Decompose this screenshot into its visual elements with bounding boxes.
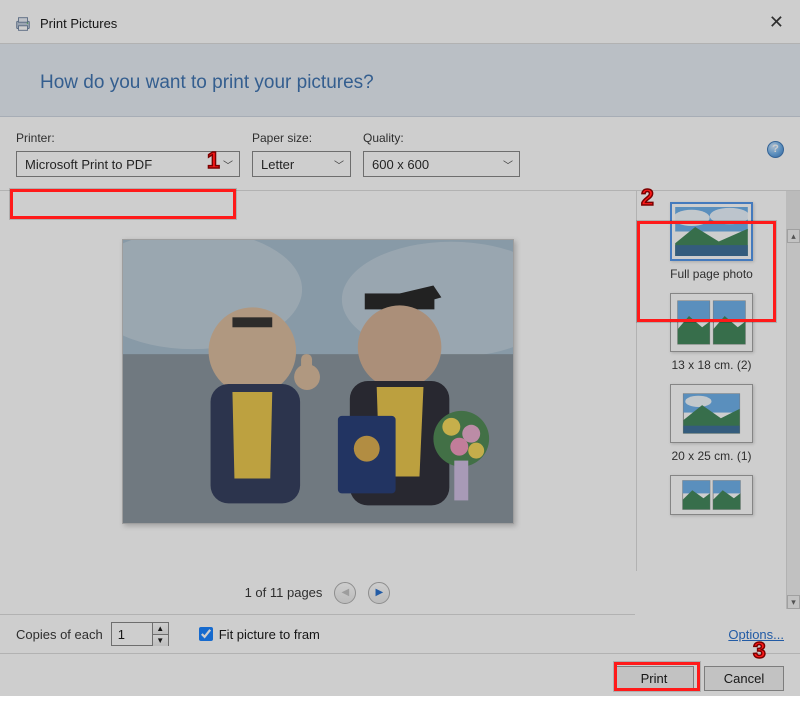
paper-size-dropdown[interactable]: Letter ﹀ <box>252 151 351 177</box>
print-options-row: Printer: Microsoft Print to PDF ﹀ Paper … <box>0 117 800 191</box>
layout-thumb <box>670 384 753 443</box>
question-text: How do you want to print your pictures? <box>40 72 760 94</box>
fit-label: Fit picture to fram <box>219 627 320 642</box>
prev-page-button[interactable]: ◀ <box>334 582 356 604</box>
titlebar: Print Pictures ✕ <box>0 0 800 44</box>
printer-value: Microsoft Print to PDF <box>25 157 152 172</box>
layout-more[interactable] <box>637 470 786 515</box>
pager-row: 1 of 11 pages ◀ ▶ <box>0 571 635 615</box>
copies-spinner[interactable]: ▲ ▼ <box>111 622 169 646</box>
copies-label: Copies of each <box>16 627 103 642</box>
quality-label: Quality: <box>363 131 520 145</box>
quality-dropdown[interactable]: 600 x 600 ﹀ <box>363 151 520 177</box>
chevron-down-icon: ﹀ <box>334 157 344 172</box>
chevron-down-icon: ﹀ <box>503 157 513 172</box>
scroll-up-button[interactable]: ▴ <box>787 229 800 243</box>
help-icon[interactable]: ? <box>767 141 784 158</box>
layout-full-page[interactable]: Full page photo <box>637 197 786 288</box>
pager-text: 1 of 11 pages <box>245 585 323 600</box>
cancel-button[interactable]: Cancel <box>704 666 784 691</box>
options-link[interactable]: Options... <box>728 627 784 642</box>
preview-column <box>0 191 637 571</box>
printer-icon <box>14 15 32 33</box>
footer-row: Copies of each ▲ ▼ Fit picture to fram O… <box>0 615 800 654</box>
preview-page <box>122 239 514 524</box>
paper-label: Paper size: <box>252 131 351 145</box>
copies-input[interactable] <box>112 623 152 645</box>
paper-value: Letter <box>261 157 294 172</box>
layout-thumb <box>670 202 753 261</box>
next-page-button[interactable]: ▶ <box>368 582 390 604</box>
layout-label: 20 x 25 cm. (1) <box>671 449 751 463</box>
printer-label: Printer: <box>16 131 240 145</box>
close-icon[interactable]: ✕ <box>769 12 784 33</box>
copies-down-button[interactable]: ▼ <box>152 635 168 646</box>
copies-up-button[interactable]: ▲ <box>152 623 168 635</box>
layout-label: 13 x 18 cm. (2) <box>671 358 751 372</box>
layout-thumb <box>670 475 753 515</box>
layout-scrollbar[interactable]: ▴ ▾ <box>786 229 800 609</box>
quality-value: 600 x 600 <box>372 157 429 172</box>
layout-list[interactable]: Full page photo 13 x 18 cm. (2) 20 x 25 … <box>637 191 800 571</box>
main-area: Full page photo 13 x 18 cm. (2) 20 x 25 … <box>0 191 800 571</box>
layout-label: Full page photo <box>670 267 753 281</box>
print-button[interactable]: Print <box>614 666 694 691</box>
layout-thumb <box>670 293 753 352</box>
header-band: How do you want to print your pictures? <box>0 44 800 117</box>
printer-dropdown[interactable]: Microsoft Print to PDF ﹀ <box>16 151 240 177</box>
layout-13x18[interactable]: 13 x 18 cm. (2) <box>637 288 786 379</box>
scroll-down-button[interactable]: ▾ <box>787 595 800 609</box>
layout-20x25[interactable]: 20 x 25 cm. (1) <box>637 379 786 470</box>
window-title: Print Pictures <box>40 16 117 31</box>
fit-checkbox-input[interactable] <box>199 627 213 641</box>
fit-picture-checkbox[interactable]: Fit picture to fram <box>195 624 320 644</box>
chevron-down-icon: ﹀ <box>223 157 233 172</box>
